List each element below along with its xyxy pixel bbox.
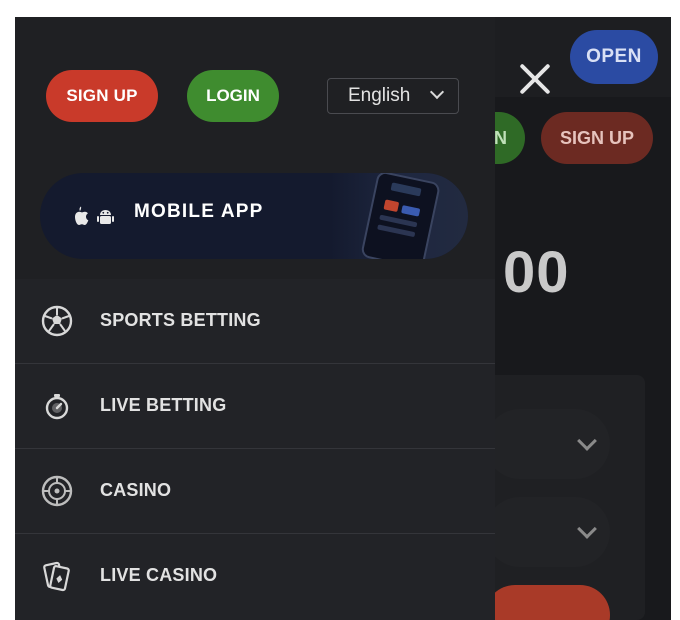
phone-icon [361,173,440,259]
language-select[interactable]: English [327,78,459,114]
menu-item-casino[interactable]: CASINO [15,449,495,534]
close-icon[interactable] [515,59,555,99]
background-signup-button[interactable]: SIGN UP [541,112,653,164]
stopwatch-icon [45,394,69,420]
menu-item-live-betting[interactable]: LIVE BETTING [15,364,495,449]
open-button[interactable]: OPEN [570,30,658,84]
soccer-ball-icon [41,305,73,337]
chevron-down-icon [429,84,445,100]
signup-button[interactable]: SIGN UP [46,70,158,122]
menu-item-label: SPORTS BETTING [100,310,261,330]
roulette-icon [41,475,73,507]
menu-item-label: LIVE CASINO [100,565,218,585]
menu-item-sports-betting[interactable]: SPORTS BETTING [15,279,495,364]
background-amount: 00 [503,240,570,305]
menu-item-live-casino[interactable]: LIVE CASINO [15,534,495,619]
apple-android-icon [75,206,114,225]
menu-item-label: CASINO [100,480,172,500]
mobile-app-label: MOBILE APP [134,201,264,222]
background-action-button[interactable] [485,585,610,620]
background-select[interactable] [485,409,610,479]
playing-cards-icon [43,561,70,592]
phone-illustration [330,173,468,259]
chevron-down-icon [577,431,597,451]
language-value: English [348,85,411,106]
mobile-app-banner[interactable]: MOBILE APP [40,173,468,259]
side-menu: SIGN UP LOGIN English MOBILE APP SPORTS … [15,17,495,620]
chevron-down-icon [577,519,597,539]
background-select[interactable] [485,497,610,567]
menu-item-label: LIVE BETTING [100,395,227,415]
app-frame: OPEN N SIGN UP 00 SIGN UP LOGIN English [15,17,671,620]
login-button[interactable]: LOGIN [187,70,279,122]
